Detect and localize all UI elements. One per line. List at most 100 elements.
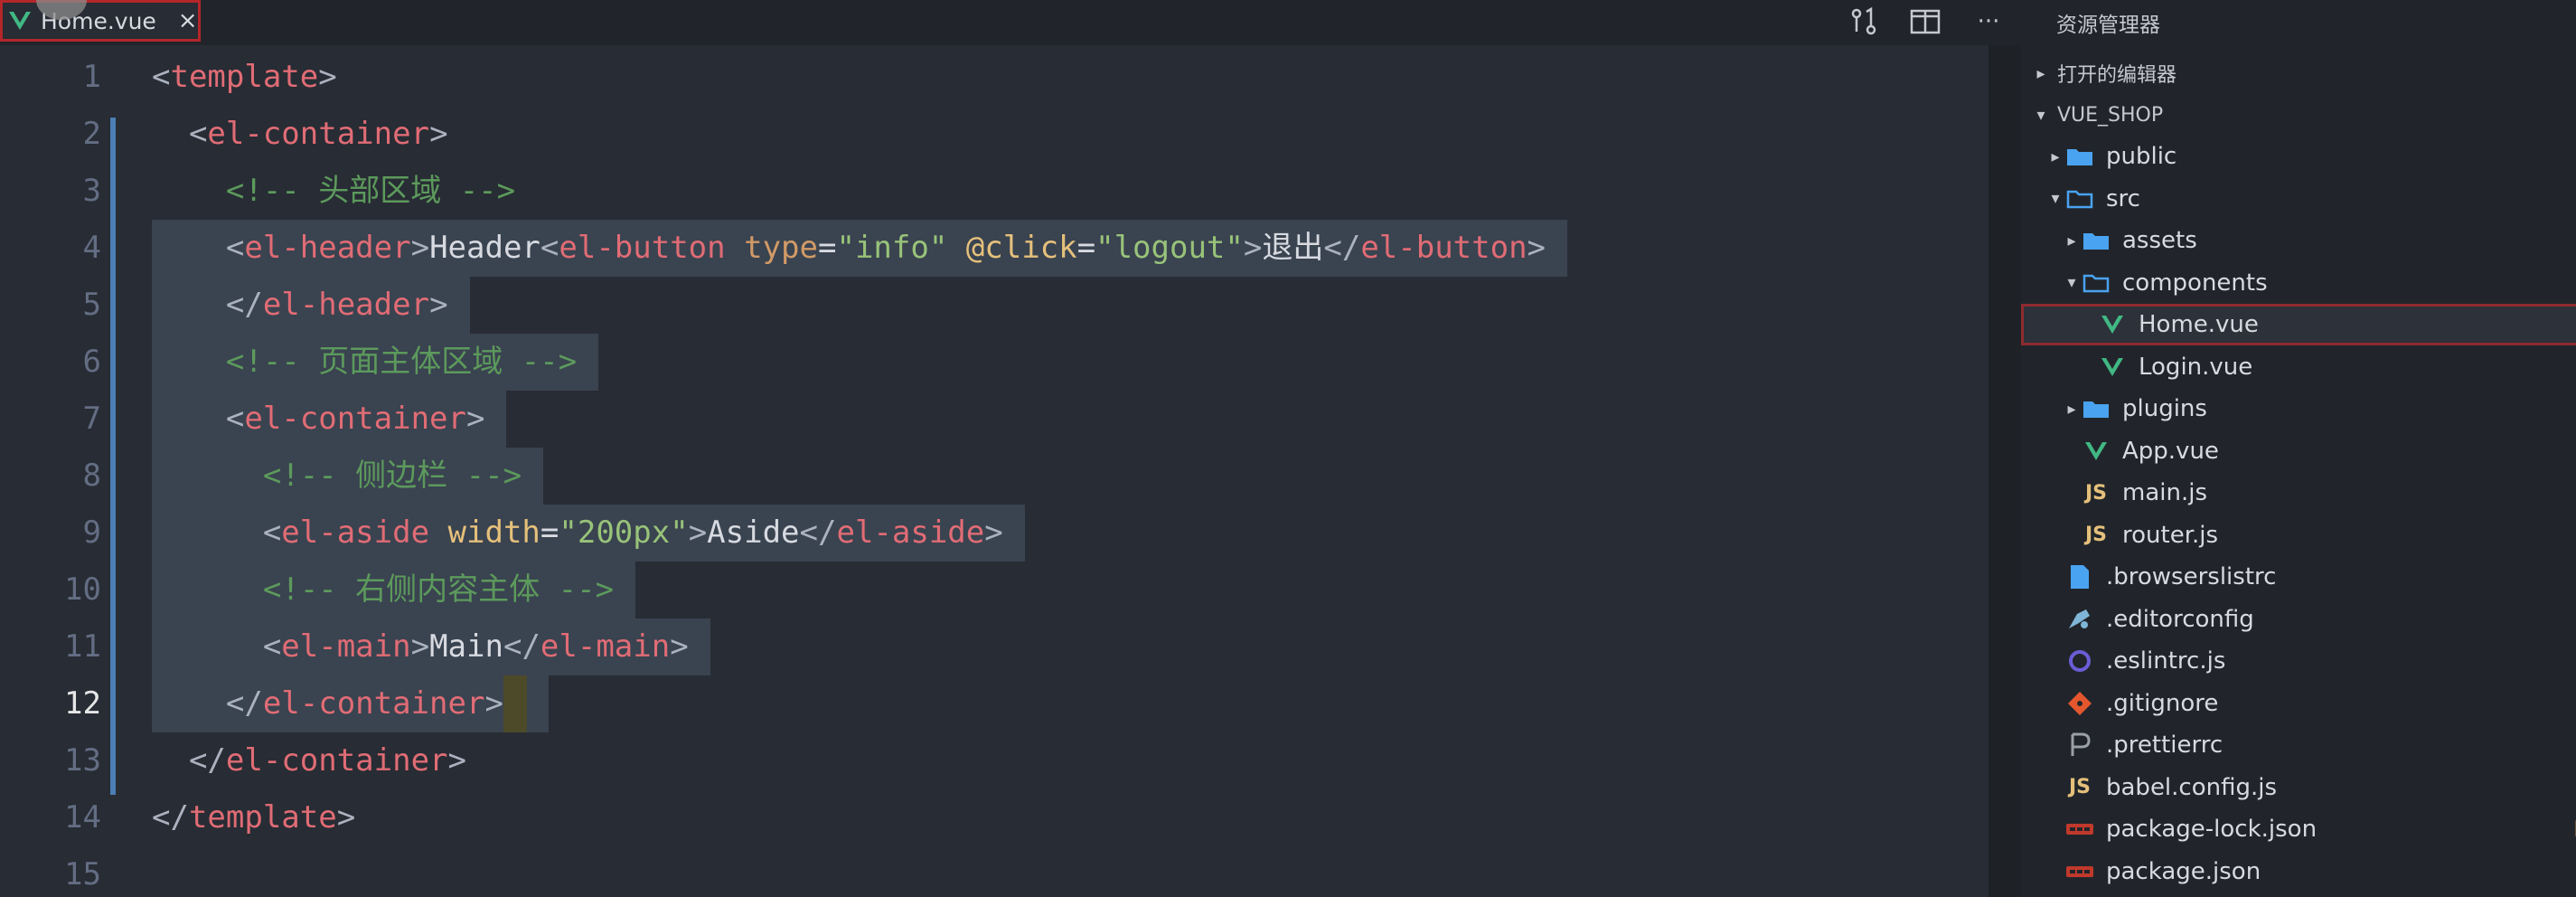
code-line[interactable]: 6 <!-- 页面主体区域 -->: [0, 334, 1988, 391]
code-text: <el-container>: [152, 391, 507, 448]
split-editor-icon[interactable]: [1907, 5, 1943, 38]
vue-file-icon: [9, 12, 31, 30]
code-token: >: [318, 59, 337, 95]
code-line[interactable]: 8 <!-- 侧边栏 -->: [0, 448, 1988, 505]
code-token: el-container: [225, 742, 448, 779]
code-token: 退出: [1262, 230, 1324, 266]
line-number: 13: [64, 742, 101, 779]
code-text: </el-container>: [152, 675, 549, 732]
code-token: =: [1076, 230, 1096, 266]
code-token: </: [152, 799, 189, 836]
tree-item-login-vue[interactable]: Login.vue: [2021, 346, 2576, 388]
code-line[interactable]: 1 <template>: [0, 49, 1988, 106]
code-line[interactable]: 9 <el-aside width="200px">Aside</el-asid…: [0, 505, 1988, 562]
code-token: <: [152, 628, 282, 665]
source-control-compare-icon[interactable]: [1846, 5, 1882, 38]
code-token: el-header: [244, 230, 411, 266]
code-token: <!-- 页面主体区域 -->: [152, 344, 578, 380]
code-line[interactable]: 5 </el-header>: [0, 277, 1988, 334]
code-token: el-container: [244, 401, 466, 437]
tree-item-label: main.js: [2122, 479, 2207, 506]
folder-icon: [2081, 396, 2111, 421]
code-token: el-aside: [281, 515, 430, 551]
tree-item-editorconfig[interactable]: .editorconfig: [2021, 599, 2576, 640]
tree-item-label: router.js: [2122, 521, 2219, 549]
folder-icon: [2064, 144, 2095, 169]
tree-item-assets[interactable]: ▸ assets: [2021, 220, 2576, 261]
code-text: </template>: [152, 789, 355, 846]
git-icon: [2064, 691, 2095, 716]
code-token: @click: [965, 230, 1077, 266]
code-token: >: [429, 287, 448, 323]
code-line[interactable]: 4 <el-header>Header<el-button type="info…: [0, 220, 1988, 277]
title-bar: Home.vue × ··· 资源管理器: [0, 0, 2576, 45]
prettier-icon: [2064, 732, 2095, 758]
tree-item-babel-config-js[interactable]: JS babel.config.js: [2021, 767, 2576, 808]
code-line[interactable]: 7 <el-container>: [0, 391, 1988, 448]
code-token: <: [152, 230, 245, 266]
tree-item-package-json[interactable]: package.json: [2021, 851, 2576, 892]
tab-close-icon[interactable]: ×: [178, 7, 198, 34]
tree-item-app-vue[interactable]: App.vue: [2021, 430, 2576, 472]
tree-item-label: .eslintrc.js: [2106, 647, 2226, 675]
tree-item-label: .editorconfig: [2106, 605, 2254, 633]
line-number: 15: [64, 856, 101, 892]
js-file-icon: JS: [2068, 776, 2092, 798]
line-number: 14: [64, 799, 101, 836]
code-token: <: [540, 230, 559, 266]
tree-item-label: components: [2122, 269, 2268, 297]
editor-tab-home-vue[interactable]: Home.vue ×: [0, 0, 201, 42]
code-text: </el-header>: [152, 277, 470, 334]
file-icon: [2064, 564, 2095, 590]
code-token: Header: [429, 230, 541, 266]
tree-item-package-lock-json[interactable]: package-lock.jsonM: [2021, 808, 2576, 850]
tree-item-router-js[interactable]: JS router.js: [2021, 515, 2576, 556]
tree-item-label: .browserslistrc: [2106, 563, 2277, 590]
tree-item-label: plugins: [2122, 395, 2207, 422]
code-token: "200px": [559, 515, 689, 551]
line-number: 11: [64, 628, 101, 665]
open-editors-section[interactable]: ▸ 打开的编辑器: [2021, 52, 2576, 94]
code-editor[interactable]: 1 <template> 2 <el-container> 3 <!-- 头部区域 -…: [0, 45, 1988, 897]
tree-item-components[interactable]: ▾ components: [2021, 262, 2576, 304]
code-text: <!-- 右侧内容主体 -->: [152, 562, 636, 618]
code-token: >: [410, 628, 430, 665]
code-token: </: [152, 287, 263, 323]
code-line[interactable]: 15: [0, 846, 1988, 897]
folder-icon: [2081, 228, 2111, 253]
tree-item-eslintrc-js[interactable]: .eslintrc.js: [2021, 640, 2576, 682]
code-token: </: [799, 515, 837, 551]
line-number: 4: [82, 230, 101, 266]
code-text: <el-aside width="200px">Aside</el-aside>: [152, 505, 1025, 562]
line-number: 6: [82, 344, 101, 380]
code-line[interactable]: 11 <el-main>Main</el-main>: [0, 618, 1988, 675]
code-line[interactable]: 10 <!-- 右侧内容主体 -->: [0, 562, 1988, 618]
tree-item-label: Home.vue: [2139, 311, 2259, 338]
code-line[interactable]: 14 </template>: [0, 789, 1988, 846]
tree-item-main-js[interactable]: JS main.js: [2021, 472, 2576, 514]
tree-item-plugins[interactable]: ▸ plugins: [2021, 388, 2576, 430]
code-line[interactable]: 3 <!-- 头部区域 -->: [0, 163, 1988, 220]
tree-item-home-vue[interactable]: Home.vueM: [2021, 304, 2576, 345]
tree-item-prettierrc[interactable]: .prettierrc: [2021, 724, 2576, 766]
tree-item-src[interactable]: ▾ src: [2021, 178, 2576, 220]
code-line[interactable]: 13 </el-container>: [0, 732, 1988, 789]
code-token: =: [540, 515, 559, 551]
tree-item-public[interactable]: ▸ public: [2021, 136, 2576, 177]
project-section[interactable]: ▾ VUE_SHOP: [2021, 94, 2576, 136]
code-token: </: [1323, 230, 1361, 266]
code-line[interactable]: 2 <el-container>: [0, 106, 1988, 163]
code-token: el-main: [540, 628, 671, 665]
code-token: >: [466, 401, 485, 437]
code-line[interactable]: 12 </el-container>: [0, 675, 1988, 732]
code-token: el-container: [262, 685, 485, 722]
tree-item-browserslistrc[interactable]: .browserslistrc: [2021, 556, 2576, 598]
code-token: </: [503, 628, 541, 665]
more-actions-icon[interactable]: ···: [1969, 5, 2008, 38]
code-token: <: [152, 401, 245, 437]
tree-item-label: Login.vue: [2139, 353, 2253, 381]
tree-item-gitignore[interactable]: .gitignore: [2021, 683, 2576, 724]
line-number: 2: [82, 116, 101, 152]
